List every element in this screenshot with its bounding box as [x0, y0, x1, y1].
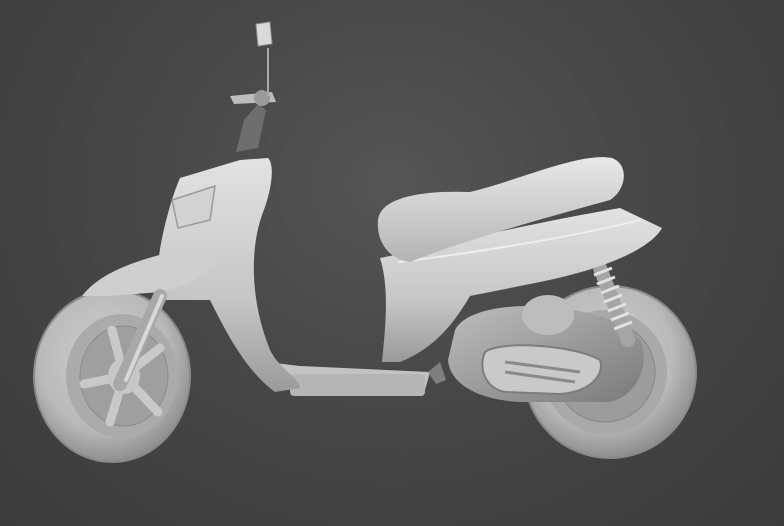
kickstand [428, 362, 446, 384]
cvt-cover [481, 344, 602, 396]
scooter-model [33, 21, 697, 463]
handlebar-assembly [230, 21, 276, 152]
floor-step [290, 374, 425, 396]
mirror [255, 21, 273, 47]
air-filter [522, 295, 574, 335]
render-viewport [0, 0, 784, 526]
front-wheel [33, 289, 191, 463]
